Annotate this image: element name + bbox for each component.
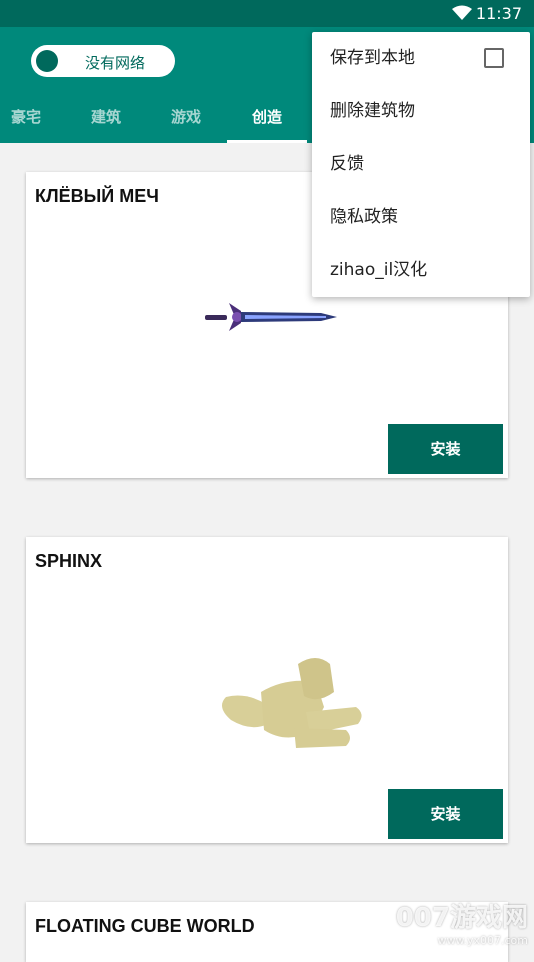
network-toggle[interactable]: 没有网络 — [31, 45, 175, 77]
card-title: КЛЁВЫЙ МЕЧ — [35, 186, 159, 206]
menu-item-privacy-policy[interactable]: 隐私政策 — [312, 191, 530, 244]
network-toggle-label: 没有网络 — [85, 54, 146, 72]
menu-item-save-local[interactable]: 保存到本地 — [312, 32, 530, 85]
wifi-icon — [452, 5, 472, 20]
menu-item-feedback[interactable]: 反馈 — [312, 138, 530, 191]
tab-building[interactable]: 建筑 — [80, 97, 132, 143]
tab-game[interactable]: 游戏 — [160, 97, 212, 143]
clock: 11:37 — [475, 4, 522, 23]
install-button[interactable]: 安装 — [388, 789, 503, 839]
card-title: FLOATING CUBE WORLD — [35, 916, 255, 936]
tab-creative[interactable]: 创造 — [227, 97, 307, 143]
overflow-menu: 保存到本地 删除建筑物 反馈 隐私政策 zihao_il汉化 — [312, 32, 530, 297]
menu-item-translator-credit[interactable]: zihao_il汉化 — [312, 244, 530, 297]
sword-image — [205, 303, 337, 331]
watermark-text: 007游戏网 — [395, 903, 528, 933]
toggle-knob[interactable] — [36, 50, 58, 72]
status-bar: 11:37 — [0, 0, 534, 27]
tab-mansion[interactable]: 豪宅 — [0, 97, 52, 143]
card-title: SPHINX — [35, 551, 103, 571]
watermark-url: www.yx007.com — [437, 934, 528, 947]
save-local-checkbox[interactable] — [484, 48, 504, 68]
install-button[interactable]: 安装 — [388, 424, 503, 474]
menu-item-label: 保存到本地 — [330, 48, 415, 68]
menu-item-delete-building[interactable]: 删除建筑物 — [312, 85, 530, 138]
watermark: 007游戏网 www.yx007.com — [396, 897, 528, 947]
sphinx-image — [222, 658, 362, 748]
build-card: SPHINX 安装 — [26, 537, 508, 843]
